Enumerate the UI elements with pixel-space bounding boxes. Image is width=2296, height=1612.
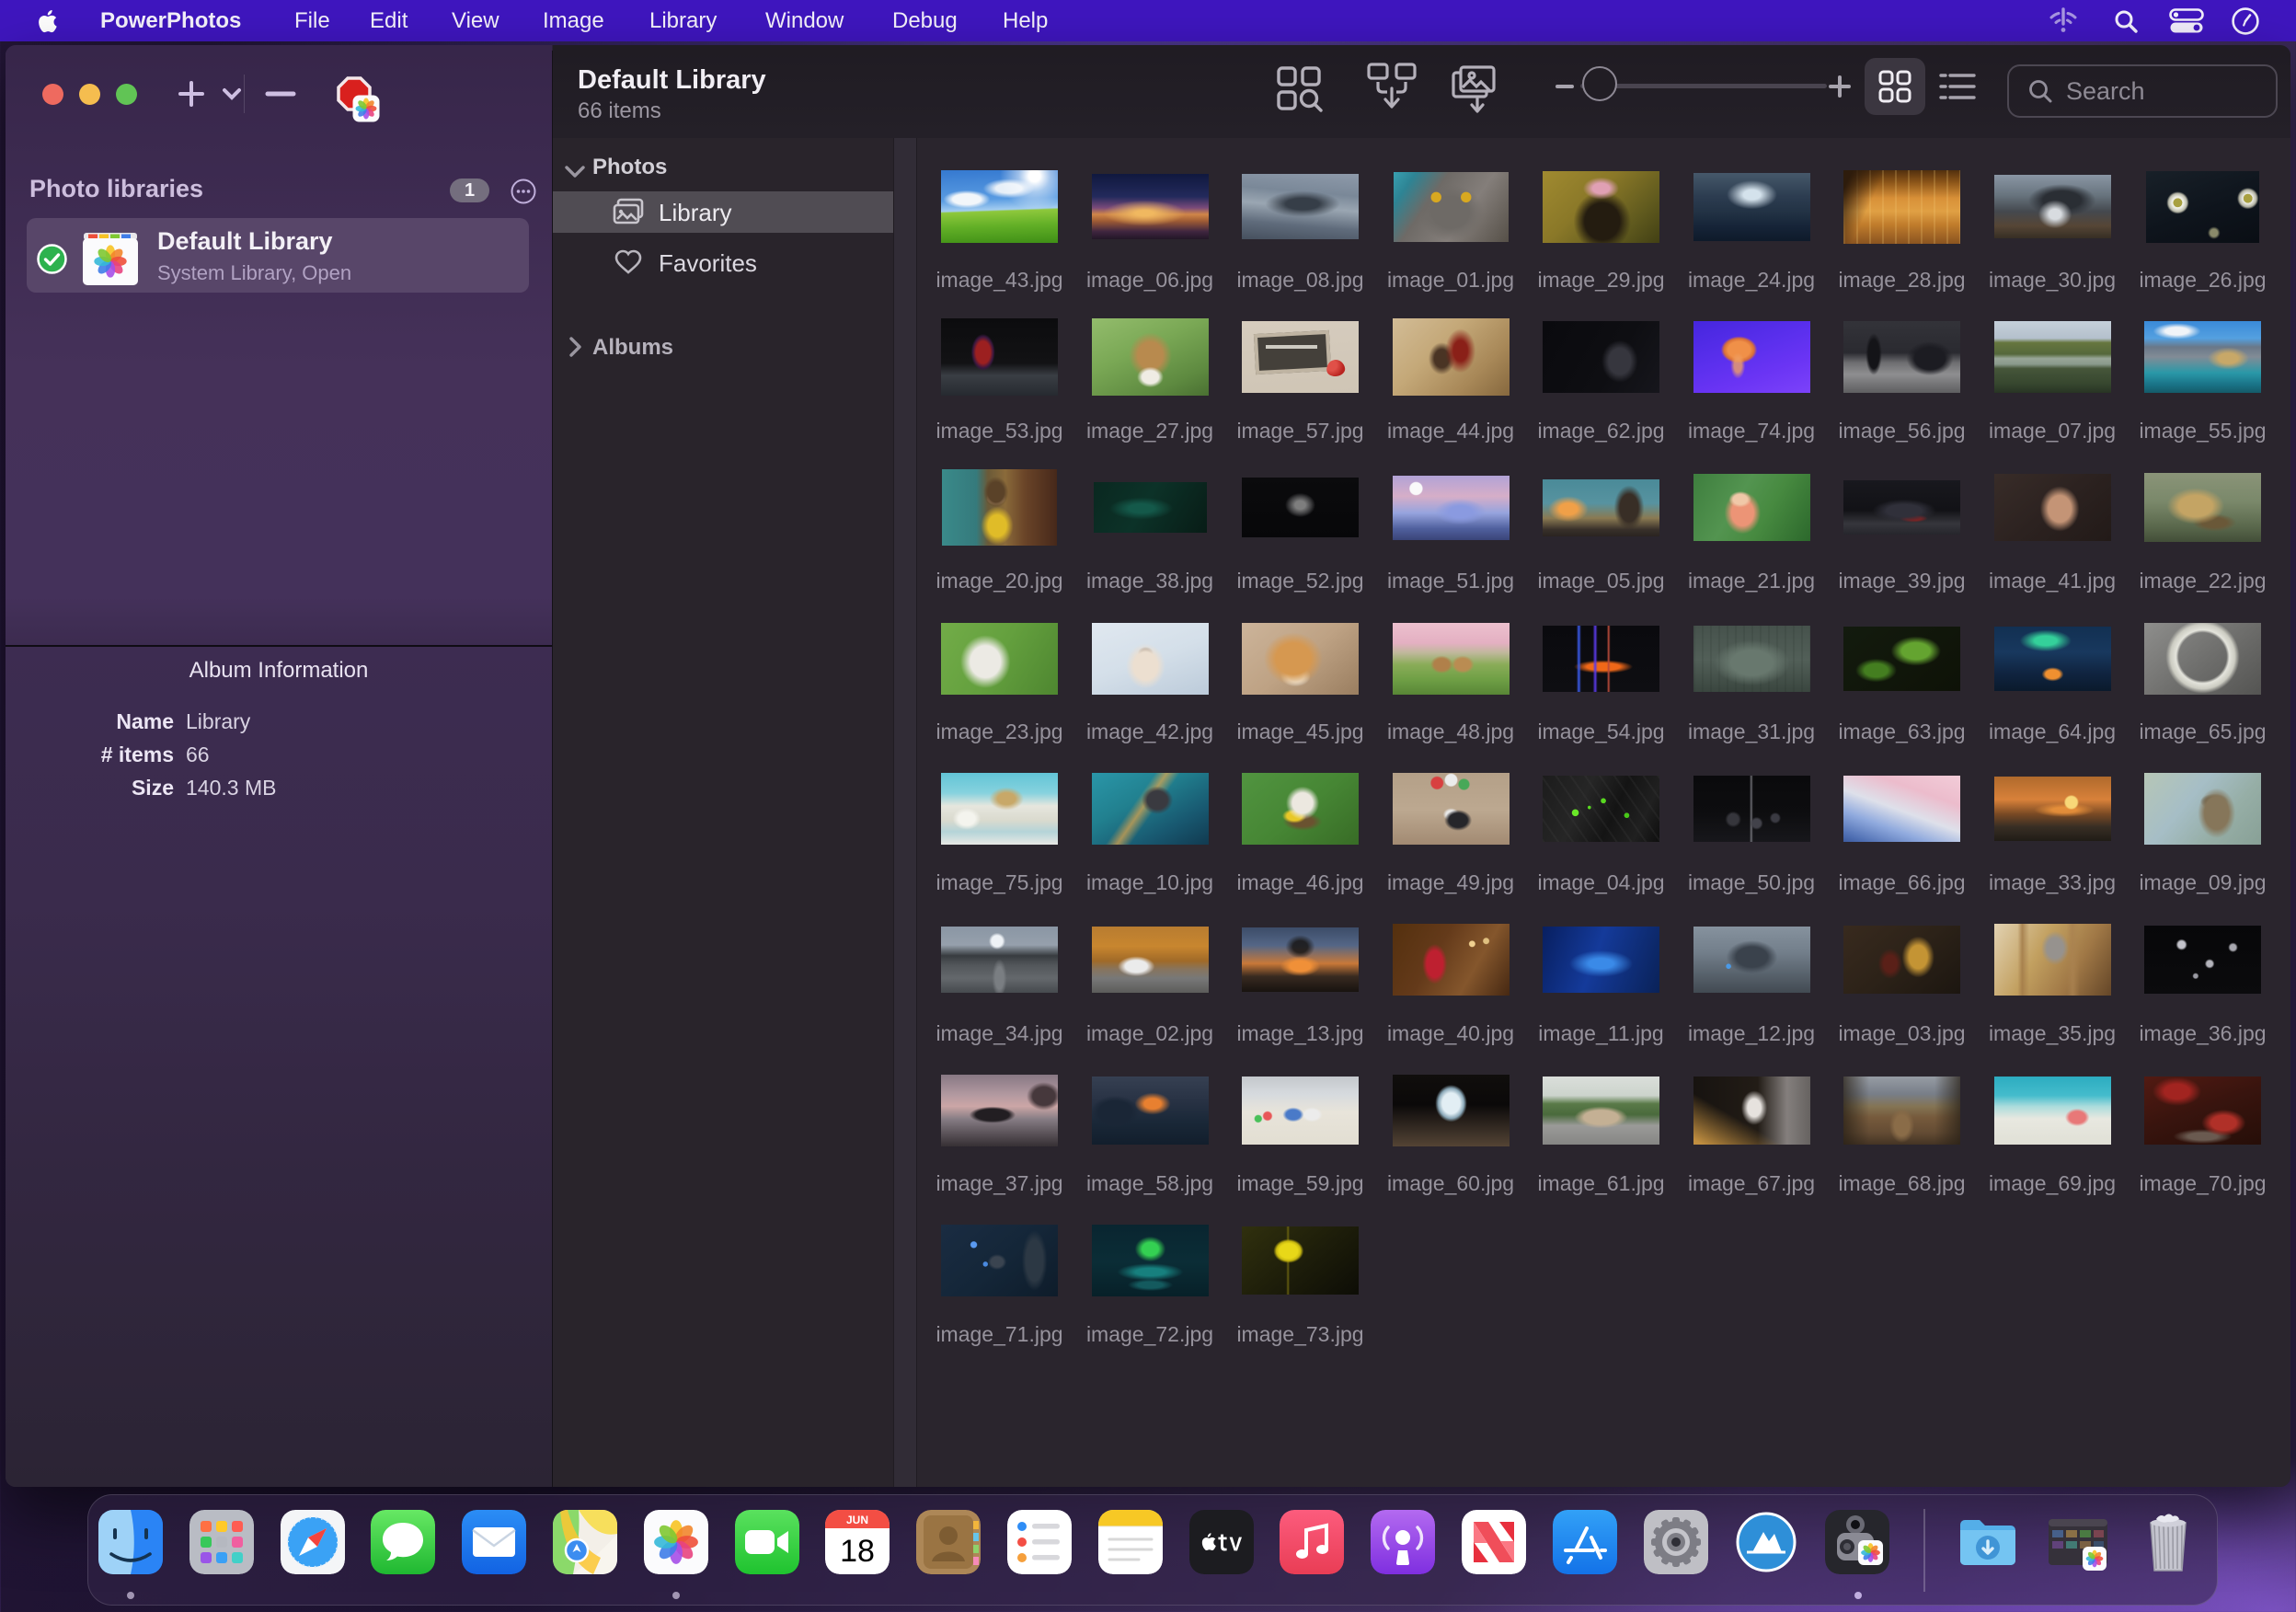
svg-text:18: 18 [840,1534,875,1569]
svg-text:JUN: JUN [846,1514,868,1526]
